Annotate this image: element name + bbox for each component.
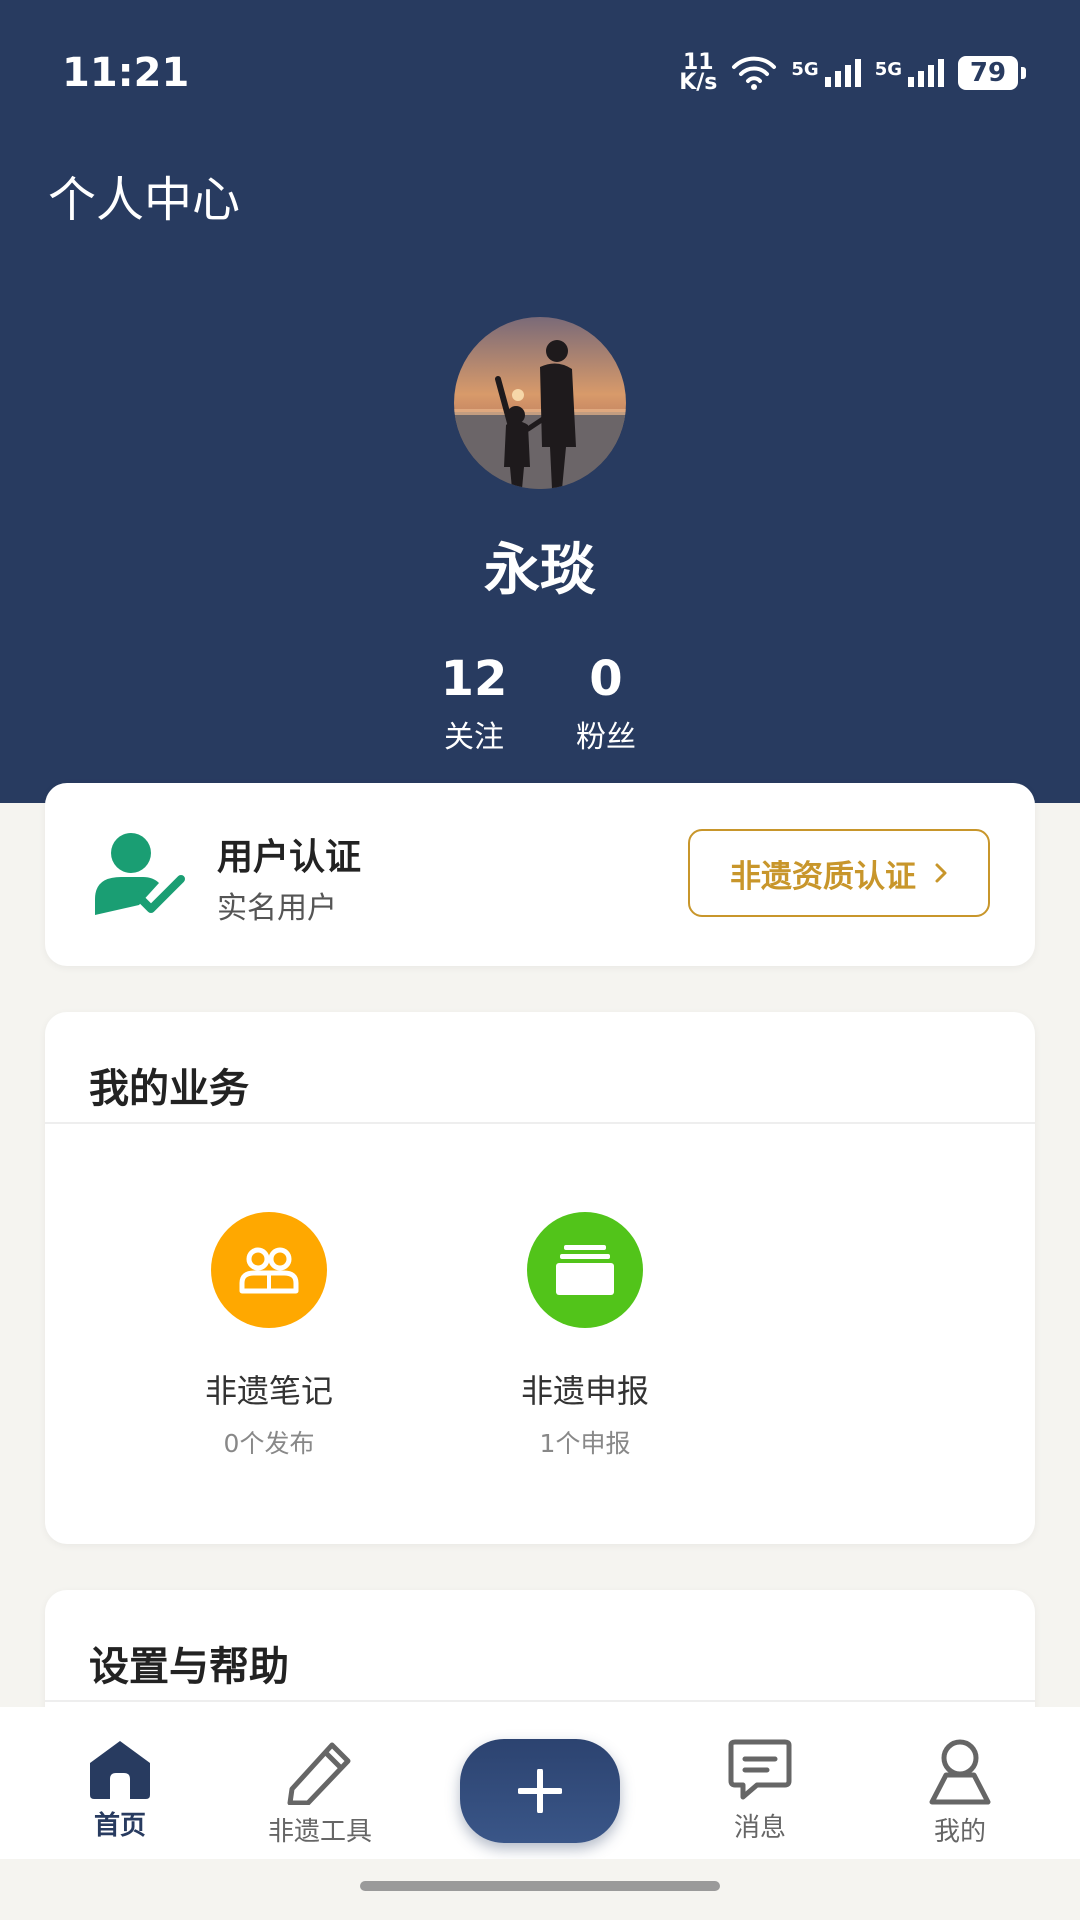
tab-mine-label: 我的 xyxy=(933,1817,986,1847)
pencil-icon xyxy=(287,1742,351,1806)
tab-home-label: 首页 xyxy=(93,1811,146,1841)
following-stat[interactable]: 12 关注 xyxy=(404,650,544,756)
profile-header: 11:21 11 K/s 5G 5G 79 个人中心 永琰 12 关注 0 粉丝 xyxy=(0,0,1080,803)
stack-icon xyxy=(527,1212,643,1328)
heritage-declaration-count: 1个申报 xyxy=(539,1429,631,1458)
tab-tools-label: 非遗工具 xyxy=(267,1817,372,1847)
home-icon xyxy=(90,1741,150,1799)
status-icons: 11 K/s 5G 5G 79 xyxy=(679,50,1026,96)
user-check-icon xyxy=(95,833,185,915)
page-title: 个人中心 xyxy=(48,172,241,228)
battery-icon: 79 xyxy=(958,56,1026,90)
people-icon xyxy=(211,1212,327,1328)
message-icon xyxy=(728,1739,792,1800)
my-business-card: 我的业务 非遗笔记 0个发布 非遗申报 1个申报 xyxy=(45,1012,1035,1544)
network-speed: 11 K/s xyxy=(679,52,718,95)
following-label: 关注 xyxy=(444,720,504,755)
following-count: 12 xyxy=(440,651,508,707)
heritage-declaration-item[interactable]: 非遗申报 1个申报 xyxy=(485,1212,685,1460)
chevron-right-icon xyxy=(935,863,947,883)
tab-messages[interactable]: 消息 xyxy=(690,1739,830,1844)
fans-stat[interactable]: 0 粉丝 xyxy=(536,650,676,756)
heritage-declaration-label: 非遗申报 xyxy=(520,1372,649,1410)
status-time: 11:21 xyxy=(62,50,190,96)
tab-home[interactable]: 首页 xyxy=(50,1739,190,1842)
cell-signal-icon: 5G xyxy=(791,59,861,87)
signal-label-2: 5G xyxy=(874,59,902,80)
battery-level: 79 xyxy=(969,58,1007,88)
heritage-notes-count: 0个发布 xyxy=(223,1429,315,1458)
add-button[interactable] xyxy=(460,1739,620,1843)
tab-messages-label: 消息 xyxy=(733,1813,786,1843)
network-speed-unit: K/s xyxy=(679,70,718,95)
tab-mine[interactable]: 我的 xyxy=(890,1739,1030,1848)
tab-heritage-tools[interactable]: 非遗工具 xyxy=(250,1739,390,1848)
fans-label: 粉丝 xyxy=(576,720,636,755)
home-indicator[interactable] xyxy=(360,1881,720,1891)
settings-title: 设置与帮助 xyxy=(89,1644,289,1690)
plus-icon xyxy=(518,1769,562,1813)
bottom-tab-bar: 首页 非遗工具 消息 我的 xyxy=(0,1707,1080,1859)
divider xyxy=(45,1122,1035,1124)
username: 永琰 xyxy=(484,538,596,603)
user-icon xyxy=(929,1739,991,1805)
divider xyxy=(45,1700,1035,1702)
wifi-icon xyxy=(732,56,777,90)
qualification-button-label: 非遗资质认证 xyxy=(730,858,916,895)
verification-card: 用户认证 实名用户 非遗资质认证 xyxy=(45,783,1035,966)
verification-title: 用户认证 xyxy=(217,837,362,878)
heritage-notes-label: 非遗笔记 xyxy=(204,1372,333,1410)
signal-label-1: 5G xyxy=(791,59,819,80)
verification-subtitle: 实名用户 xyxy=(217,891,337,926)
business-title: 我的业务 xyxy=(89,1066,249,1112)
avatar[interactable] xyxy=(454,317,626,489)
cell-signal-icon-2: 5G xyxy=(875,59,944,87)
heritage-notes-item[interactable]: 非遗笔记 0个发布 xyxy=(169,1212,369,1460)
fans-count: 0 xyxy=(589,651,623,707)
heritage-qualification-button[interactable]: 非遗资质认证 xyxy=(688,829,990,917)
